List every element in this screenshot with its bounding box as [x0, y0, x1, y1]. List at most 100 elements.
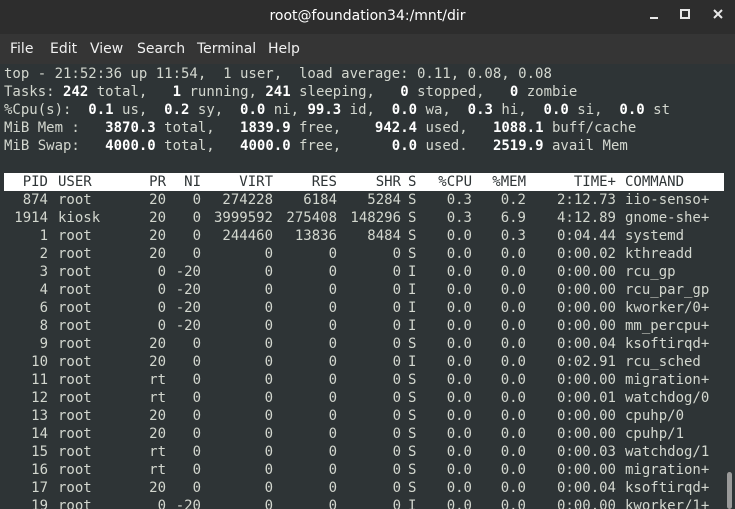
scrollbar-thumb[interactable] — [727, 472, 732, 509]
cell-shr: 0 — [392, 264, 401, 280]
cell-pid: 11 — [31, 372, 48, 388]
close-icon[interactable] — [707, 6, 729, 28]
table-row: 16 root rt 0 0 0 0 S 0.0 0.0 0:00.00 migration+ — [4, 461, 724, 479]
cell-pid: 4 — [39, 282, 48, 298]
cell-user: root — [58, 354, 92, 370]
cell-pr: rt — [149, 390, 166, 406]
cell-user: root — [58, 498, 92, 509]
cell-pid: 13 — [31, 408, 48, 424]
cell-cpu: 0.0 — [446, 300, 472, 316]
cell-time: 0:00.00 — [556, 264, 616, 280]
menu-file[interactable]: File — [10, 41, 33, 57]
cell-state: I — [408, 300, 417, 316]
cell-state: I — [408, 318, 417, 334]
cell-command: gnome-she+ — [625, 210, 710, 226]
cell-shr: 0 — [392, 318, 401, 334]
cell-time: 2:12.73 — [556, 192, 616, 208]
cell-shr: 0 — [392, 444, 401, 460]
table-row: 1 root 20 0 244460 13836 8484 S 0.0 0.3 0:04.44 sys… — [4, 227, 724, 245]
cell-time: 0:00.04 — [556, 480, 616, 496]
cell-cpu: 0.0 — [446, 228, 472, 244]
cell-virt: 0 — [264, 246, 273, 262]
cell-cpu: 0.0 — [446, 336, 472, 352]
cell-user: root — [58, 408, 92, 424]
col-mem: %MEM — [492, 174, 526, 190]
cell-command: ksoftirqd+ — [625, 480, 710, 496]
cell-shr: 0 — [392, 372, 401, 388]
cell-shr: 0 — [392, 408, 401, 424]
cell-pr: 0 — [157, 264, 166, 280]
cell-command: kworker/1+ — [625, 498, 710, 509]
menu-help[interactable]: Help — [268, 41, 300, 57]
cell-shr: 0 — [392, 282, 401, 298]
cell-res: 0 — [328, 282, 337, 298]
cell-user: root — [58, 300, 92, 316]
cell-mem: 0.0 — [500, 444, 526, 460]
col-command: COMMAND — [625, 174, 685, 190]
cell-shr: 0 — [392, 498, 401, 509]
cell-ni: 0 — [192, 426, 201, 442]
col-shr: SHR — [375, 174, 401, 190]
col-virt: VIRT — [239, 174, 273, 190]
cell-user: root — [58, 390, 92, 406]
cell-time: 0:00.00 — [556, 318, 616, 334]
cell-time: 0:00.00 — [556, 498, 616, 509]
menu-terminal[interactable]: Terminal — [197, 41, 256, 57]
cell-command: rcu_gp — [625, 264, 676, 280]
cell-command: cpuhp/0 — [625, 408, 685, 424]
cell-user: kiosk — [58, 210, 101, 226]
col-pr: PR — [149, 174, 166, 190]
terminal-area[interactable]: top - 21:52:36 up 11:54, 1 user, load av… — [0, 64, 735, 509]
cell-pid: 1 — [39, 228, 48, 244]
cell-cpu: 0.0 — [446, 408, 472, 424]
cell-time: 0:00.01 — [556, 390, 616, 406]
cell-res: 0 — [328, 372, 337, 388]
table-row: 874 root 20 0 274228 6184 5284 S 0.3 0.2 2:12.73 ii… — [4, 191, 724, 209]
cell-state: S — [408, 228, 417, 244]
cell-pr: 0 — [157, 498, 166, 509]
cell-cpu: 0.0 — [446, 372, 472, 388]
cell-state: S — [408, 192, 417, 208]
menu-edit[interactable]: Edit — [50, 41, 77, 57]
table-row: 8 root 0 -20 0 0 0 I 0.0 0.0 0:00.00 mm_percpu+ — [4, 317, 724, 335]
cell-virt: 274228 — [222, 192, 273, 208]
cell-ni: -20 — [175, 300, 201, 316]
col-state: S — [408, 174, 417, 190]
cell-pr: 20 — [149, 354, 166, 370]
cell-mem: 0.0 — [500, 246, 526, 262]
cell-state: I — [408, 264, 417, 280]
window-title: root@foundation34:/mnt/dir — [269, 8, 466, 24]
cell-user: root — [58, 228, 92, 244]
cell-ni: -20 — [175, 498, 201, 509]
cell-ni: 0 — [192, 192, 201, 208]
cell-shr: 0 — [392, 300, 401, 316]
cell-virt: 0 — [264, 318, 273, 334]
cell-user: root — [58, 264, 92, 280]
cell-shr: 0 — [392, 426, 401, 442]
cell-res: 0 — [328, 264, 337, 280]
cell-mem: 6.9 — [500, 210, 526, 226]
maximize-icon[interactable] — [674, 6, 696, 28]
cell-shr: 0 — [392, 480, 401, 496]
cell-virt: 3999592 — [213, 210, 273, 226]
cell-pr: 20 — [149, 408, 166, 424]
cell-user: root — [58, 426, 92, 442]
cell-mem: 0.0 — [500, 426, 526, 442]
table-row: 14 root 20 0 0 0 0 S 0.0 0.0 0:00.00 cpuhp/1 — [4, 425, 724, 443]
cell-cpu: 0.0 — [446, 246, 472, 262]
cell-mem: 0.3 — [500, 228, 526, 244]
cell-cpu: 0.0 — [446, 498, 472, 509]
cell-command: rcu_par_gp — [625, 282, 710, 298]
cell-pid: 19 — [31, 498, 48, 509]
cell-user: root — [58, 336, 92, 352]
cell-user: root — [58, 246, 92, 262]
menu-search[interactable]: Search — [137, 41, 185, 57]
cell-virt: 0 — [264, 408, 273, 424]
menu-view[interactable]: View — [90, 41, 123, 57]
cell-command: rcu_sched — [625, 354, 701, 370]
cell-pr: 20 — [149, 426, 166, 442]
minimize-icon[interactable] — [643, 6, 665, 28]
cell-virt: 244460 — [222, 228, 273, 244]
cell-pr: 20 — [149, 246, 166, 262]
cell-virt: 0 — [264, 336, 273, 352]
